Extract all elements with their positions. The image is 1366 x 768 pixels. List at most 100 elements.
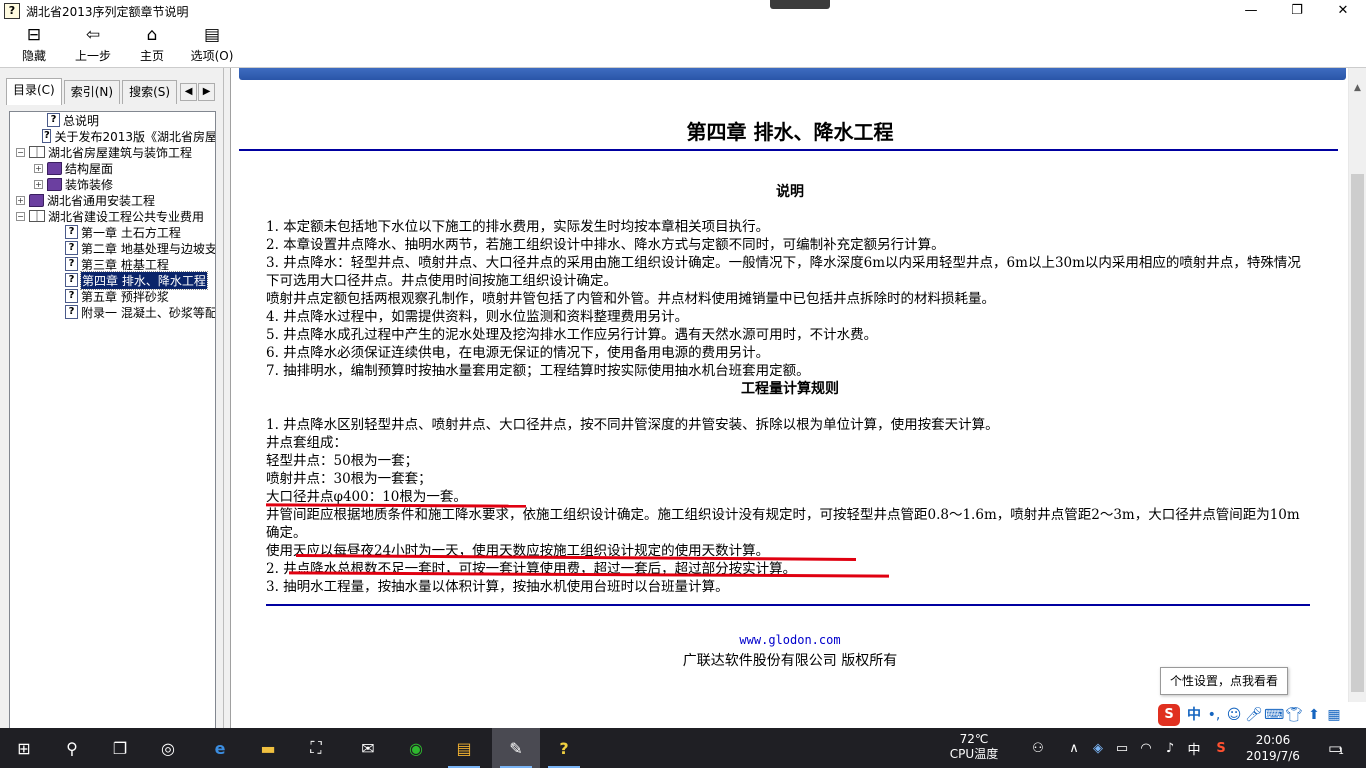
tree-node[interactable]: + 湖北省通用安装工程 [10,192,215,208]
home-label: 主页 [139,49,164,63]
notes-app-icon[interactable]: ▤ [440,728,488,768]
sogou-logo-icon[interactable]: S [1158,704,1180,726]
tree-node[interactable]: ? 第五章 预拌砂浆 [10,288,215,304]
help-page-icon: ? [42,129,52,143]
tree-node[interactable]: − 湖北省房屋建筑与装饰工程 [10,144,215,160]
tree-node[interactable]: + 装饰装修 [10,176,215,192]
tree-node[interactable]: ? 总说明 [10,112,215,128]
back-arrow-icon: ⇦ [85,25,101,45]
options-icon: ▤ [203,25,221,45]
description-line: 1. 本定额未包括地下水位以下施工的排水费用，实际发生时均按本章相关项目执行。 [266,219,770,235]
tree-node-label: 总说明 [63,113,100,128]
ime-punctuation-toggle[interactable]: •, [1204,704,1224,726]
mail-icon[interactable]: ✉ [344,728,392,768]
tab-contents[interactable]: 目录(C) [6,78,62,105]
upload-icon[interactable]: ⬆ [1304,704,1324,726]
battery-icon[interactable]: ▭ [1112,728,1132,768]
store-icon[interactable]: ⛶ [292,728,340,768]
tree-node[interactable]: ? 第一章 土石方工程 [10,224,215,240]
keyboard-icon[interactable]: ⌨ [1264,704,1284,726]
network-box-icon[interactable]: ◈ [1088,728,1108,768]
maximize-button[interactable]: ❐ [1274,0,1320,22]
paint-app-icon[interactable]: ✎ [492,728,540,768]
rule-line: 喷射井点：30根为一套套； [266,471,432,487]
tab-index[interactable]: 索引(N) [63,80,121,104]
ime-tooltip[interactable]: 个性设置，点我看看 [1160,667,1288,695]
ime-mode-toggle[interactable]: 中 [1184,704,1204,726]
header-banner [239,68,1346,80]
clock-date: 2019/7/6 [1246,749,1300,763]
website-link[interactable]: www.glodon.com [231,633,1348,647]
help-page-icon: ? [65,305,78,319]
cpu-temperature[interactable]: 72℃ CPU温度 [944,732,1004,762]
tree-node-label: 关于发布2013版《湖北省房屋 [54,129,216,144]
help-page-icon: ? [65,273,78,287]
nav-tabs: 目录(C) 索引(N) 搜索(S) ◀ ▶ [6,78,216,105]
sogou-tray-icon[interactable]: S [1210,728,1232,768]
minimize-button[interactable]: — [1228,0,1274,22]
expand-icon[interactable]: + [34,179,43,189]
help-page-icon: ? [65,241,78,255]
skin-icon[interactable]: 👕︎ [1284,704,1304,726]
tab-scroll-right-icon[interactable]: ▶ [198,83,216,101]
tree-node[interactable]: ? 关于发布2013版《湖北省房屋 [10,128,216,144]
tree-list: ? 总说明? 关于发布2013版《湖北省房屋 − 湖北省房屋建筑与装饰工程 + 结构屋面 + 装… [10,112,216,320]
scroll-up-icon[interactable]: ▲ [1349,80,1366,97]
help-page-icon: ? [47,113,60,127]
input-language[interactable]: 中 [1184,728,1204,768]
title-bar: ? 湖北省2013序列定额章节说明 — ❐ ✕ [0,0,1366,22]
description-line: 6. 井点降水必须保证连续供电，在电源无保证的情况下，使用备用电源的费用另计。 [266,345,770,361]
tree-node[interactable]: + 结构屋面 [10,160,215,176]
edge-browser-icon[interactable]: e [196,728,244,768]
rule-line: 1. 井点降水区别轻型井点、喷射井点、大口径井点，按不同井管深度的井管安装、拆除… [266,417,999,433]
search-icon[interactable]: ⚲ [48,728,96,768]
emoji-icon[interactable]: ☺ [1224,704,1244,726]
rule-line: 井管间距应根据地质条件和施工降水要求，依施工组织设计确定。施工组织设计没有规定时… [266,507,1300,541]
open-book-icon [29,210,45,222]
microphone-icon[interactable]: 🎤︎ [1244,704,1264,726]
notification-center-icon[interactable]: ▭ 1 [1318,728,1354,768]
help-viewer-icon[interactable]: ? [540,728,588,768]
task-view-icon[interactable]: ❐ [96,728,144,768]
hide-button[interactable]: ⊟ 隐藏 [6,22,62,68]
content-vertical-scrollbar[interactable]: ▲ ▼ [1348,68,1366,728]
people-icon[interactable]: ⚇ [1026,728,1050,768]
options-label: 选项(O) [190,49,234,63]
chapter-title: 第四章 排水、降水工程 [686,120,894,144]
toolbox-icon[interactable]: ▦ [1324,704,1344,726]
back-button[interactable]: ⇦ 上一步 [62,22,124,68]
app-green-icon[interactable]: ◉ [392,728,440,768]
home-button[interactable]: ⌂ 主页 [124,22,180,68]
tree-node-label: 结构屋面 [65,161,114,176]
tree-node[interactable]: ? 第二章 地基处理与边坡支 [10,240,215,256]
system-clock[interactable]: 20:06 2019/7/6 [1240,732,1306,764]
start-button[interactable]: ⊞ [0,728,48,768]
tree-node-label: 湖北省通用安装工程 [47,193,156,208]
scroll-thumb[interactable] [1351,174,1364,692]
wifi-icon[interactable]: ◠ [1136,728,1156,768]
collapse-icon[interactable]: − [16,211,25,221]
drag-handle[interactable] [770,0,830,9]
contents-tree[interactable]: ? 总说明? 关于发布2013版《湖北省房屋 − 湖北省房屋建筑与装饰工程 + 结构屋面 + 装… [9,111,216,768]
file-explorer-icon[interactable]: ▬ [244,728,292,768]
description-line: 2. 本章设置井点降水、抽明水两节，若施工组织设计中排水、降水方式与定额不同时，… [266,237,945,253]
volume-icon[interactable]: ♪ [1160,728,1180,768]
description-line: 喷射井点定额包括两根观察孔制作，喷射井管包括了内管和外管。井点材料使用摊销量中已… [266,291,995,307]
tree-node[interactable]: ? 第三章 桩基工程 [10,256,215,272]
temperature-label: CPU温度 [949,747,999,761]
tree-node-label: 第一章 土石方工程 [81,225,181,240]
show-hidden-icons-chevron-icon[interactable]: ∧ [1064,728,1084,768]
assistant-icon[interactable]: ◎ [144,728,192,768]
footer-divider [266,604,1310,606]
close-button[interactable]: ✕ [1320,0,1366,22]
tree-node[interactable]: ? 附录一 混凝土、砂浆等配 [10,304,215,320]
tree-node[interactable]: ? 第四章 排水、降水工程 [10,270,215,290]
collapse-icon[interactable]: − [16,147,25,157]
expand-icon[interactable]: + [16,195,25,205]
tree-node[interactable]: − 湖北省建设工程公共专业费用 [10,208,215,224]
options-button[interactable]: ▤ 选项(O) [180,22,244,68]
tree-node-label: 第五章 预拌砂浆 [81,289,169,304]
tab-scroll-left-icon[interactable]: ◀ [180,83,198,101]
expand-icon[interactable]: + [34,163,43,173]
tab-search[interactable]: 搜索(S) [122,80,178,104]
